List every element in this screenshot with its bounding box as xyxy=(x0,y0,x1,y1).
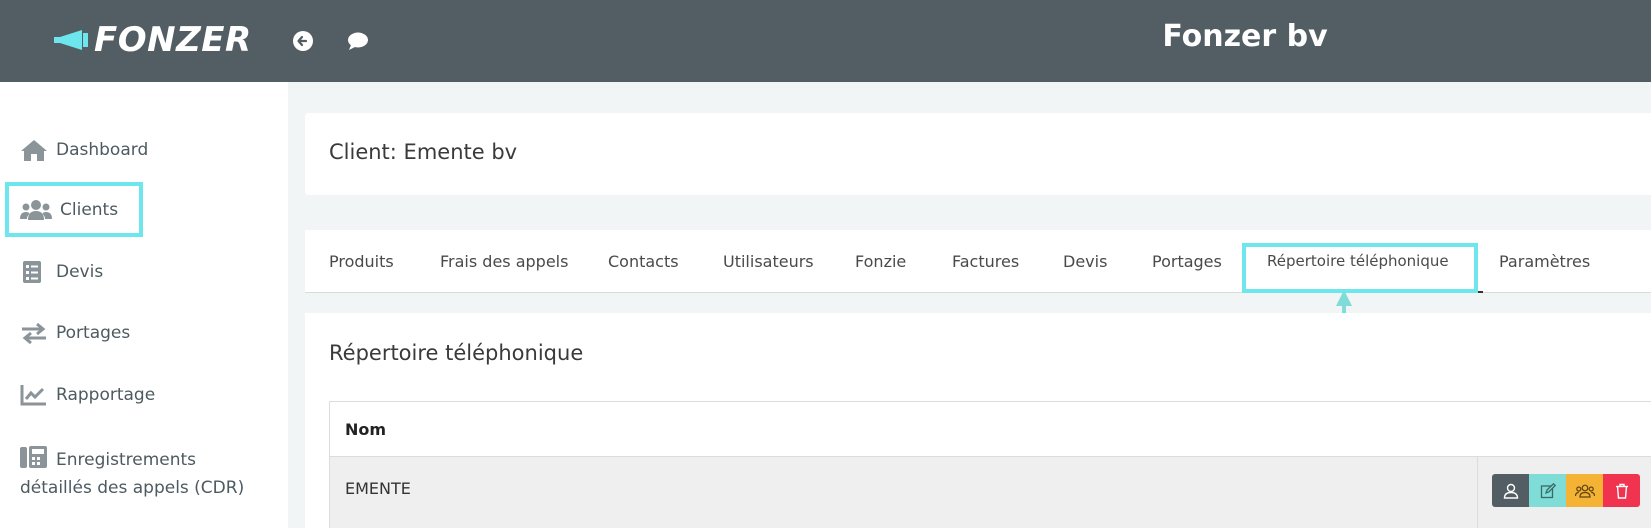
view-user-button[interactable] xyxy=(1492,474,1529,507)
tab-utilisateurs[interactable]: Utilisateurs xyxy=(723,252,814,271)
row-name: EMENTE xyxy=(345,479,411,498)
fonzer-logo[interactable]: FONZER xyxy=(52,20,252,60)
chart-line-icon xyxy=(20,385,46,406)
sidebar-item-label: Enregistrements détaillés des appels (CD… xyxy=(20,450,245,498)
sidebar-item-portages[interactable]: Portages xyxy=(20,322,130,344)
tab-factures[interactable]: Factures xyxy=(952,252,1019,271)
sidebar-item-label: Portages xyxy=(56,323,131,343)
row-actions xyxy=(1477,457,1651,528)
home-icon xyxy=(21,140,47,161)
company-name: Fonzer bv xyxy=(1162,19,1328,54)
sidebar-item-devis[interactable]: Devis xyxy=(20,260,103,284)
sidebar-item-rapportage[interactable]: Rapportage xyxy=(20,384,155,406)
checklist-icon xyxy=(23,261,41,283)
section-title: Répertoire téléphonique xyxy=(329,341,584,365)
top-header-bar: FONZER Fonzer bv xyxy=(0,0,1651,82)
tab-devis[interactable]: Devis xyxy=(1063,252,1107,271)
sidebar-item-cdr[interactable]: Enregistrements détaillés des appels (CD… xyxy=(20,445,250,502)
tab-highlight-box xyxy=(1242,243,1478,293)
phonebook-table: Nom EMENTE xyxy=(329,401,1651,528)
sidebar-item-dashboard[interactable]: Dashboard xyxy=(20,138,148,162)
user-icon xyxy=(1503,483,1518,499)
tab-frais-des-appels[interactable]: Frais des appels xyxy=(440,252,568,271)
megaphone-icon xyxy=(54,30,88,50)
tab-contacts[interactable]: Contacts xyxy=(608,252,679,271)
phonebook-section: Répertoire téléphonique Nom EMENTE xyxy=(305,313,1651,528)
sidebar-item-label: Dashboard xyxy=(56,140,149,160)
group-button[interactable] xyxy=(1566,474,1603,507)
group-icon xyxy=(1574,484,1595,498)
trash-icon xyxy=(1615,483,1628,499)
client-title: Client: Emente bv xyxy=(329,140,518,164)
clients-highlight-box xyxy=(5,182,143,237)
tab-produits[interactable]: Produits xyxy=(329,252,394,271)
table-row[interactable]: EMENTE xyxy=(330,457,1651,528)
chat-bubble-icon[interactable] xyxy=(347,30,369,52)
delete-button[interactable] xyxy=(1603,474,1640,507)
logo-text: FONZER xyxy=(94,20,252,60)
back-arrow-icon[interactable] xyxy=(292,30,314,52)
column-header-nom: Nom xyxy=(345,420,387,439)
table-header: Nom xyxy=(330,402,1651,457)
tab-parametres[interactable]: Paramètres xyxy=(1499,252,1590,271)
edit-button[interactable] xyxy=(1529,474,1566,507)
exchange-icon xyxy=(22,322,46,344)
tab-fonzie[interactable]: Fonzie xyxy=(855,252,906,271)
sidebar-item-label: Rapportage xyxy=(56,385,156,405)
tab-portages[interactable]: Portages xyxy=(1152,252,1222,271)
phone-desk-icon xyxy=(20,446,47,468)
edit-icon xyxy=(1540,482,1556,498)
client-card: Client: Emente bv xyxy=(305,113,1651,195)
sidebar-item-label: Devis xyxy=(56,262,104,282)
